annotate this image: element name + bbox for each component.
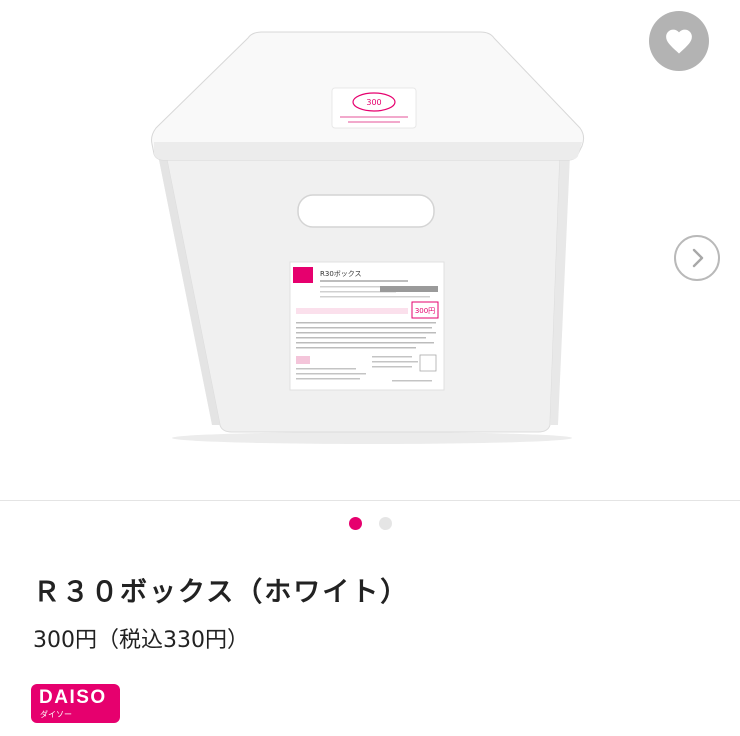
product-price: 300円（税込330円）: [33, 628, 249, 653]
gallery-divider: [0, 500, 740, 501]
image-pagination-dots: [0, 517, 740, 533]
svg-text:300: 300: [366, 98, 381, 107]
heart-icon: [666, 29, 692, 54]
svg-text:R30ボックス: R30ボックス: [320, 270, 362, 278]
chevron-right-icon: [692, 248, 704, 268]
pagination-dot-1[interactable]: [348, 517, 362, 530]
product-photo: 300 R30ボックス 300円: [151, 31, 585, 444]
product-title: Ｒ３０ボックス（ホワイト）: [33, 577, 410, 608]
favorite-button[interactable]: [649, 11, 709, 71]
brand-sub: ダイソー: [40, 710, 72, 719]
daiso-logo[interactable]: DAISO ダイソー: [31, 684, 120, 723]
pagination-dot-2[interactable]: [378, 517, 392, 530]
brand-name: DAISO: [39, 687, 107, 708]
next-image-button[interactable]: [674, 235, 720, 281]
product-image-gallery[interactable]: 300 R30ボックス 300円: [0, 0, 740, 500]
svg-text:300円: 300円: [415, 307, 435, 315]
